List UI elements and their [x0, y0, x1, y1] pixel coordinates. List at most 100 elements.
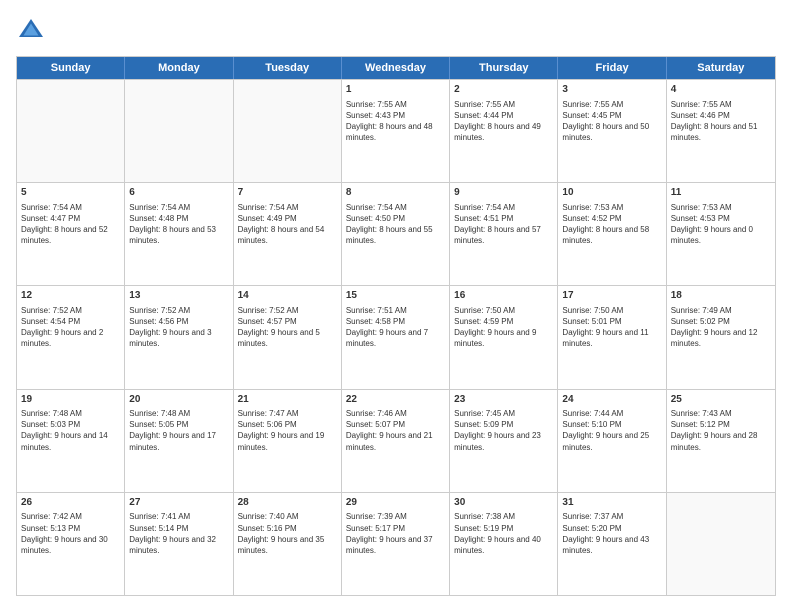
logo-icon: [16, 16, 46, 46]
calendar-row-5: 26Sunrise: 7:42 AM Sunset: 5:13 PM Dayli…: [17, 492, 775, 595]
calendar-cell: 31Sunrise: 7:37 AM Sunset: 5:20 PM Dayli…: [558, 493, 666, 595]
day-number: 19: [21, 393, 120, 407]
calendar-cell: 4 Sunrise: 7:55 AM Sunset: 4:46 PM Daylig…: [667, 80, 775, 182]
calendar-cell: [667, 493, 775, 595]
cell-info: Sunrise: 7:44 AM Sunset: 5:10 PM Dayligh…: [562, 408, 661, 453]
day-number: 26: [21, 496, 120, 510]
calendar-cell: 15 Sunrise: 7:51 AM Sunset: 4:58 PM Dayli…: [342, 286, 450, 388]
cell-info: Sunrise: 7:48 AM Sunset: 5:03 PM Dayligh…: [21, 408, 120, 453]
calendar-cell: 6Sunrise: 7:54 AM Sunset: 4:48 PM Daylig…: [125, 183, 233, 285]
calendar-cell: [234, 80, 342, 182]
calendar-row-4: 19Sunrise: 7:48 AM Sunset: 5:03 PM Dayli…: [17, 389, 775, 492]
day-number: 5: [21, 186, 120, 200]
cell-info: Sunrise: 7:54 AM Sunset: 4:50 PM Dayligh…: [346, 202, 445, 247]
day-number: 27: [129, 496, 228, 510]
cell-info: Sunrise: 7:55 AM Sunset: 4:45 PM Dayligh…: [562, 99, 661, 144]
cell-info: Sunrise: 7:55 AM Sunset: 4:44 PM Dayligh…: [454, 99, 553, 144]
day-number: 11: [671, 186, 771, 200]
calendar-row-1: 1 Sunrise: 7:55 AM Sunset: 4:43 PM Daylig…: [17, 79, 775, 182]
calendar-cell: 13Sunrise: 7:52 AM Sunset: 4:56 PM Dayli…: [125, 286, 233, 388]
calendar-cell: 23Sunrise: 7:45 AM Sunset: 5:09 PM Dayli…: [450, 390, 558, 492]
day-number: 8: [346, 186, 445, 200]
cell-info: Sunrise: 7:50 AM Sunset: 5:01 PM Dayligh…: [562, 305, 661, 350]
logo: [16, 16, 50, 46]
calendar-cell: 2 Sunrise: 7:55 AM Sunset: 4:44 PM Daylig…: [450, 80, 558, 182]
calendar-cell: 3Sunrise: 7:55 AM Sunset: 4:45 PM Daylig…: [558, 80, 666, 182]
day-number: 25: [671, 393, 771, 407]
calendar-cell: 5 Sunrise: 7:54 AM Sunset: 4:47 PM Daylig…: [17, 183, 125, 285]
calendar-cell: [17, 80, 125, 182]
header-day-tuesday: Tuesday: [234, 57, 342, 79]
cell-info: Sunrise: 7:55 AM Sunset: 4:46 PM Dayligh…: [671, 99, 771, 144]
day-number: 17: [562, 289, 661, 303]
cell-info: Sunrise: 7:37 AM Sunset: 5:20 PM Dayligh…: [562, 511, 661, 556]
header-day-saturday: Saturday: [667, 57, 775, 79]
day-number: 12: [21, 289, 120, 303]
day-number: 16: [454, 289, 553, 303]
calendar-cell: 25Sunrise: 7:43 AM Sunset: 5:12 PM Dayli…: [667, 390, 775, 492]
cell-info: Sunrise: 7:54 AM Sunset: 4:51 PM Dayligh…: [454, 202, 553, 247]
calendar-cell: 17 Sunrise: 7:50 AM Sunset: 5:01 PM Dayli…: [558, 286, 666, 388]
day-number: 4: [671, 83, 771, 97]
calendar-cell: 10 Sunrise: 7:53 AM Sunset: 4:52 PM Dayli…: [558, 183, 666, 285]
calendar-body: 1 Sunrise: 7:55 AM Sunset: 4:43 PM Daylig…: [17, 79, 775, 595]
cell-info: Sunrise: 7:50 AM Sunset: 4:59 PM Dayligh…: [454, 305, 553, 350]
cell-info: Sunrise: 7:53 AM Sunset: 4:52 PM Dayligh…: [562, 202, 661, 247]
day-number: 18: [671, 289, 771, 303]
calendar-cell: 1 Sunrise: 7:55 AM Sunset: 4:43 PM Daylig…: [342, 80, 450, 182]
day-number: 7: [238, 186, 337, 200]
cell-info: Sunrise: 7:52 AM Sunset: 4:57 PM Dayligh…: [238, 305, 337, 350]
calendar-cell: 26Sunrise: 7:42 AM Sunset: 5:13 PM Dayli…: [17, 493, 125, 595]
cell-info: Sunrise: 7:52 AM Sunset: 4:56 PM Dayligh…: [129, 305, 228, 350]
cell-info: Sunrise: 7:48 AM Sunset: 5:05 PM Dayligh…: [129, 408, 228, 453]
cell-info: Sunrise: 7:55 AM Sunset: 4:43 PM Dayligh…: [346, 99, 445, 144]
day-number: 28: [238, 496, 337, 510]
cell-info: Sunrise: 7:42 AM Sunset: 5:13 PM Dayligh…: [21, 511, 120, 556]
calendar-row-3: 12 Sunrise: 7:52 AM Sunset: 4:54 PM Dayli…: [17, 285, 775, 388]
calendar-cell: 7Sunrise: 7:54 AM Sunset: 4:49 PM Daylig…: [234, 183, 342, 285]
day-number: 23: [454, 393, 553, 407]
calendar-header: SundayMondayTuesdayWednesdayThursdayFrid…: [17, 57, 775, 79]
cell-info: Sunrise: 7:51 AM Sunset: 4:58 PM Dayligh…: [346, 305, 445, 350]
cell-info: Sunrise: 7:38 AM Sunset: 5:19 PM Dayligh…: [454, 511, 553, 556]
calendar-cell: 24Sunrise: 7:44 AM Sunset: 5:10 PM Dayli…: [558, 390, 666, 492]
calendar-cell: 28Sunrise: 7:40 AM Sunset: 5:16 PM Dayli…: [234, 493, 342, 595]
calendar-cell: 18 Sunrise: 7:49 AM Sunset: 5:02 PM Dayli…: [667, 286, 775, 388]
day-number: 31: [562, 496, 661, 510]
calendar-cell: 8 Sunrise: 7:54 AM Sunset: 4:50 PM Daylig…: [342, 183, 450, 285]
day-number: 29: [346, 496, 445, 510]
day-number: 21: [238, 393, 337, 407]
calendar-cell: 20Sunrise: 7:48 AM Sunset: 5:05 PM Dayli…: [125, 390, 233, 492]
cell-info: Sunrise: 7:47 AM Sunset: 5:06 PM Dayligh…: [238, 408, 337, 453]
calendar-cell: 21Sunrise: 7:47 AM Sunset: 5:06 PM Dayli…: [234, 390, 342, 492]
calendar-cell: [125, 80, 233, 182]
header-day-thursday: Thursday: [450, 57, 558, 79]
cell-info: Sunrise: 7:43 AM Sunset: 5:12 PM Dayligh…: [671, 408, 771, 453]
calendar-cell: 19Sunrise: 7:48 AM Sunset: 5:03 PM Dayli…: [17, 390, 125, 492]
day-number: 22: [346, 393, 445, 407]
cell-info: Sunrise: 7:45 AM Sunset: 5:09 PM Dayligh…: [454, 408, 553, 453]
cell-info: Sunrise: 7:54 AM Sunset: 4:47 PM Dayligh…: [21, 202, 120, 247]
day-number: 2: [454, 83, 553, 97]
day-number: 1: [346, 83, 445, 97]
cell-info: Sunrise: 7:46 AM Sunset: 5:07 PM Dayligh…: [346, 408, 445, 453]
header-day-friday: Friday: [558, 57, 666, 79]
header-day-monday: Monday: [125, 57, 233, 79]
calendar-cell: 16 Sunrise: 7:50 AM Sunset: 4:59 PM Dayli…: [450, 286, 558, 388]
day-number: 20: [129, 393, 228, 407]
cell-info: Sunrise: 7:54 AM Sunset: 4:48 PM Dayligh…: [129, 202, 228, 247]
cell-info: Sunrise: 7:52 AM Sunset: 4:54 PM Dayligh…: [21, 305, 120, 350]
day-number: 9: [454, 186, 553, 200]
header-day-sunday: Sunday: [17, 57, 125, 79]
calendar-cell: 9 Sunrise: 7:54 AM Sunset: 4:51 PM Daylig…: [450, 183, 558, 285]
calendar-cell: 11Sunrise: 7:53 AM Sunset: 4:53 PM Dayli…: [667, 183, 775, 285]
cell-info: Sunrise: 7:49 AM Sunset: 5:02 PM Dayligh…: [671, 305, 771, 350]
calendar-cell: 27Sunrise: 7:41 AM Sunset: 5:14 PM Dayli…: [125, 493, 233, 595]
calendar-cell: 12 Sunrise: 7:52 AM Sunset: 4:54 PM Dayli…: [17, 286, 125, 388]
day-number: 15: [346, 289, 445, 303]
day-number: 14: [238, 289, 337, 303]
cell-info: Sunrise: 7:40 AM Sunset: 5:16 PM Dayligh…: [238, 511, 337, 556]
day-number: 10: [562, 186, 661, 200]
calendar-cell: 22Sunrise: 7:46 AM Sunset: 5:07 PM Dayli…: [342, 390, 450, 492]
calendar: SundayMondayTuesdayWednesdayThursdayFrid…: [16, 56, 776, 596]
